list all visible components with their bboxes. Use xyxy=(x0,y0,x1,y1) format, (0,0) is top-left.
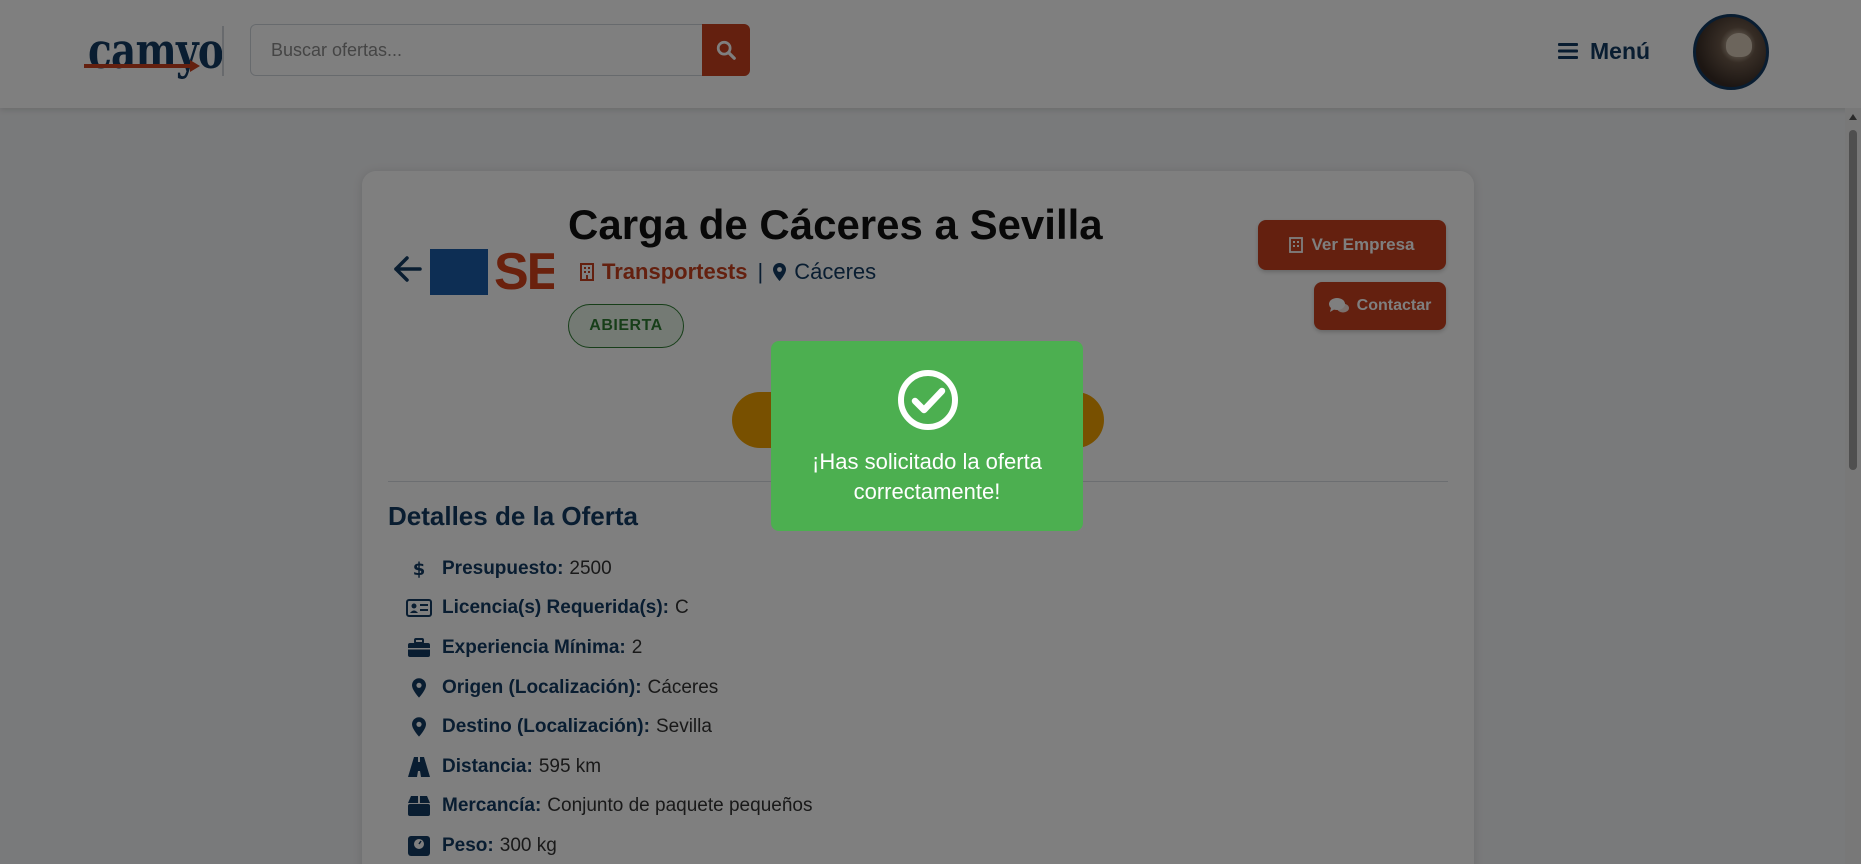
success-toast: ¡Has solicitado la oferta correctamente! xyxy=(771,341,1083,531)
toast-message: ¡Has solicitado la oferta correctamente! xyxy=(812,449,1042,504)
check-circle-icon xyxy=(898,370,958,430)
